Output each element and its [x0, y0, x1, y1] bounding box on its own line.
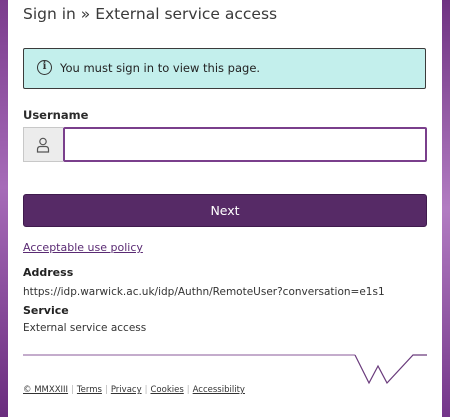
cookies-link[interactable]: Cookies	[150, 385, 183, 395]
next-button[interactable]: Next	[23, 194, 427, 227]
copyright-text: © MMXXIII	[23, 385, 69, 395]
privacy-link[interactable]: Privacy	[111, 385, 142, 395]
footer-separator: |	[186, 385, 190, 395]
terms-link[interactable]: Terms	[77, 385, 102, 395]
username-label: Username	[23, 108, 89, 122]
username-input-group	[23, 127, 427, 162]
info-circle-icon: i	[37, 60, 52, 75]
service-label: Service	[23, 304, 69, 317]
footer-links: © MMXXIII | Terms | Privacy | Cookies | Accessib…	[23, 385, 245, 395]
acceptable-use-policy-link[interactable]: Acceptable use policy	[23, 241, 143, 254]
user-icon	[36, 137, 50, 153]
accessibility-link[interactable]: Accessibility	[193, 385, 245, 395]
address-value: https://idp.warwick.ac.uk/idp/Authn/Remo…	[23, 286, 385, 298]
warwick-w-logo	[23, 354, 427, 385]
alert-text: You must sign in to view this page.	[60, 61, 261, 75]
username-addon	[23, 127, 63, 162]
footer-separator: |	[144, 385, 148, 395]
footer-separator: |	[104, 385, 108, 395]
sign-in-card: Sign in » External service access i You …	[8, 0, 442, 417]
address-label: Address	[23, 266, 74, 279]
footer-separator: |	[71, 385, 74, 395]
page-title: Sign in » External service access	[23, 5, 278, 23]
alert-message-box: i You must sign in to view this page.	[23, 48, 426, 89]
service-value: External service access	[23, 322, 147, 334]
username-input[interactable]	[63, 127, 427, 162]
